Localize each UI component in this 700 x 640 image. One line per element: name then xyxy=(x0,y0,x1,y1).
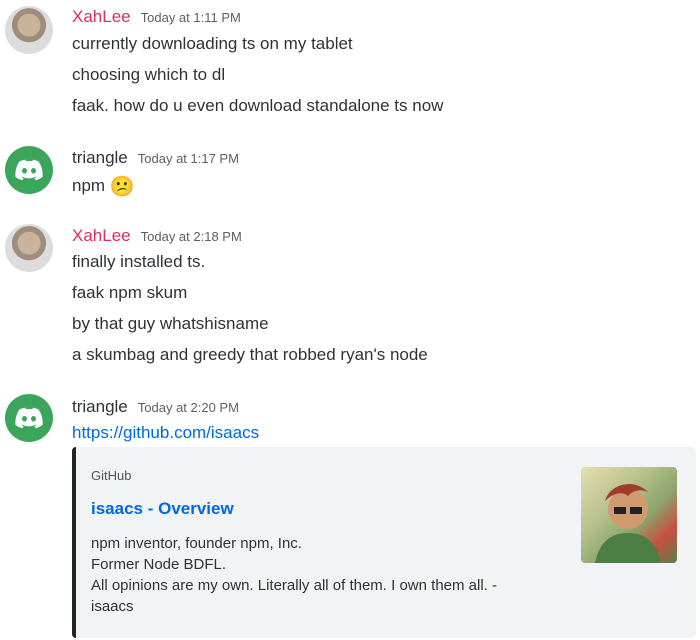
embed-description-line: All opinions are my own. Literally all o… xyxy=(91,577,498,615)
message-text: a skumbag and greedy that robbed ryan's … xyxy=(72,345,428,364)
username[interactable]: triangle xyxy=(72,148,128,168)
message-text: by that guy whatshisname xyxy=(72,314,269,333)
message-header: triangle Today at 1:17 PM xyxy=(72,148,239,168)
embed-provider[interactable]: GitHub xyxy=(91,468,131,483)
discord-avatar[interactable] xyxy=(5,394,53,442)
discord-logo-icon xyxy=(15,407,43,429)
message-text: currently downloading ts on my tablet xyxy=(72,34,353,53)
username[interactable]: XahLee xyxy=(72,7,131,27)
message-header: XahLee Today at 1:11 PM xyxy=(72,7,241,27)
username[interactable]: XahLee xyxy=(72,226,131,246)
github-link[interactable]: https://github.com/isaacs xyxy=(72,423,259,442)
user-avatar[interactable] xyxy=(5,224,53,272)
embed-description-line: npm inventor, founder npm, Inc. xyxy=(91,535,302,552)
timestamp: Today at 1:17 PM xyxy=(137,151,239,166)
embed-description: npm inventor, founder npm, Inc. Former N… xyxy=(91,533,536,617)
message-text: finally installed ts. xyxy=(72,252,206,271)
message-text-content: npm xyxy=(72,175,106,195)
message-text: choosing which to dl xyxy=(72,65,226,84)
timestamp: Today at 2:18 PM xyxy=(140,229,242,244)
discord-logo-icon xyxy=(15,159,43,181)
link-embed: GitHub isaacs - Overview npm inventor, f… xyxy=(72,447,696,638)
profile-photo-icon xyxy=(595,484,661,563)
confused-emoji[interactable]: 😕 xyxy=(110,176,135,198)
timestamp: Today at 1:11 PM xyxy=(140,10,241,25)
message-header: triangle Today at 2:20 PM xyxy=(72,397,239,417)
user-avatar[interactable] xyxy=(5,6,53,54)
message-text: faak npm skum xyxy=(72,283,188,302)
message-header: XahLee Today at 2:18 PM xyxy=(72,226,242,246)
message-link-line: https://github.com/isaacs xyxy=(72,423,259,443)
embed-title[interactable]: isaacs - Overview xyxy=(91,499,234,519)
profile-photo-thumbnail[interactable] xyxy=(581,467,677,563)
timestamp: Today at 2:20 PM xyxy=(137,400,239,415)
embed-description-line: Former Node BDFL. xyxy=(91,556,227,573)
message-text: npm 😕 xyxy=(72,174,135,199)
username[interactable]: triangle xyxy=(72,397,128,417)
message-text: faak. how do u even download standalone … xyxy=(72,96,444,115)
discord-avatar[interactable] xyxy=(5,146,53,194)
